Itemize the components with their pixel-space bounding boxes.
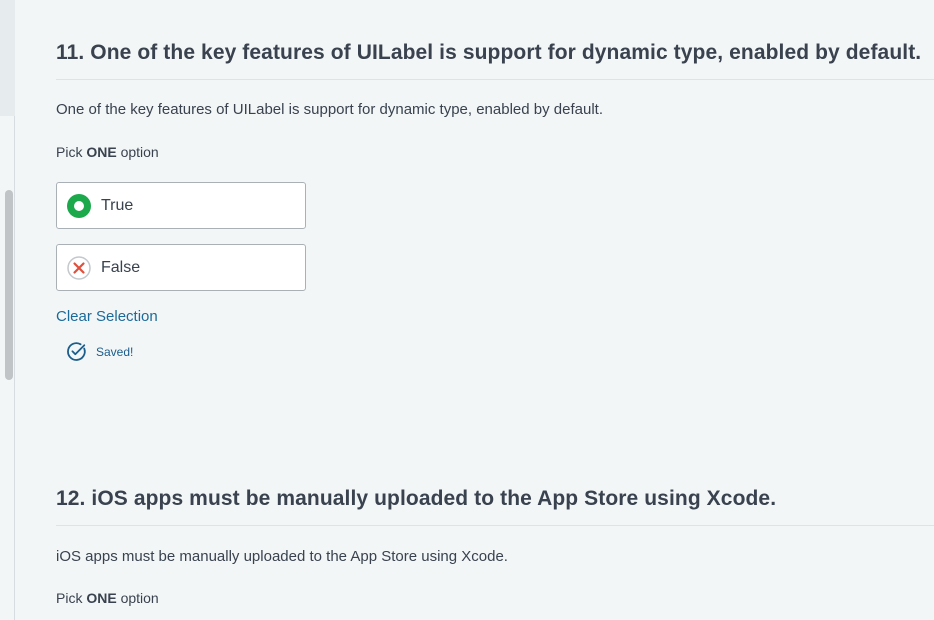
check-circle-icon <box>67 342 86 361</box>
clear-selection-link[interactable]: Clear Selection <box>56 308 158 325</box>
radio-selected-icon <box>67 193 91 218</box>
title-divider <box>56 525 934 526</box>
question-title: 12. iOS apps must be manually uploaded t… <box>56 487 777 510</box>
option-label: False <box>101 258 141 276</box>
question-12: 12. iOS apps must be manually uploaded t… <box>56 400 934 620</box>
saved-label: Saved! <box>96 344 134 359</box>
question-11: 11. One of the key features of UILabel i… <box>56 0 934 400</box>
question-title: 11. One of the key features of UILabel i… <box>56 41 922 64</box>
option-label: True <box>101 196 134 214</box>
pick-instruction: Pick ONE option <box>56 590 159 606</box>
question-text: One of the key features of UILabel is su… <box>56 101 603 118</box>
question-text: iOS apps must be manually uploaded to th… <box>56 548 508 565</box>
x-circle-icon <box>67 255 91 280</box>
saved-status: Saved! <box>66 341 133 362</box>
title-divider <box>56 79 934 80</box>
option-true[interactable]: True <box>56 182 306 229</box>
option-false[interactable]: False <box>56 244 306 291</box>
scrollbar-thumb[interactable] <box>5 190 13 380</box>
gutter-top-block <box>0 0 15 116</box>
gutter-edge <box>14 116 15 620</box>
pick-instruction: Pick ONE option <box>56 144 159 160</box>
